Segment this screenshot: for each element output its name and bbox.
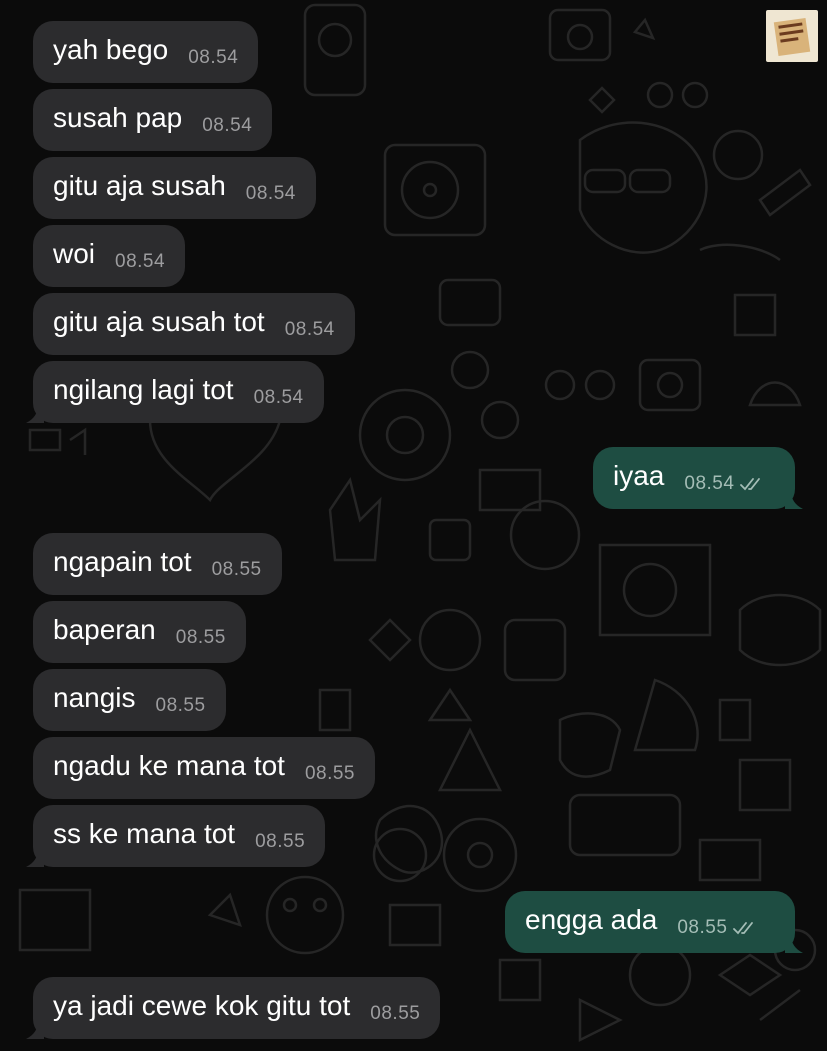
message-bubble-incoming[interactable]: woi 08.54 xyxy=(33,225,186,287)
bubble-tail xyxy=(26,1021,44,1039)
message-bubble-outgoing[interactable]: engga ada 08.55 xyxy=(505,891,803,953)
message-bubble-incoming[interactable]: ya jadi cewe kok gitu tot 08.55 xyxy=(26,977,441,1039)
message-bubble-outgoing[interactable]: iyaa 08.54 xyxy=(593,447,803,509)
bubble-tail xyxy=(785,491,803,509)
message-text: ngapain tot xyxy=(53,546,192,577)
message-text: susah pap xyxy=(53,102,183,133)
message-timestamp: 08.54 xyxy=(115,251,166,272)
message-timestamp: 08.55 xyxy=(304,763,355,784)
message-text: ya jadi cewe kok gitu tot xyxy=(53,990,351,1021)
bubble-tail xyxy=(26,405,44,423)
message-timestamp: 08.54 xyxy=(684,473,735,494)
message-bubble-incoming[interactable]: gitu aja susah 08.54 xyxy=(33,157,316,219)
message-bubble-incoming[interactable]: ngadu ke mana tot 08.55 xyxy=(33,737,375,799)
message-text: woi xyxy=(53,238,96,269)
message-timestamp: 08.55 xyxy=(370,1003,421,1024)
message-bubble-incoming[interactable]: gitu aja susah tot 08.54 xyxy=(33,293,355,355)
message-timestamp: 08.54 xyxy=(253,387,304,408)
message-timestamp: 08.54 xyxy=(202,115,253,136)
message-text: ngilang lagi tot xyxy=(53,374,234,405)
message-timestamp: 08.55 xyxy=(155,695,206,716)
message-text: yah bego xyxy=(53,34,169,65)
message-timestamp: 08.55 xyxy=(175,627,226,648)
double-check-read-icon xyxy=(740,478,761,491)
message-bubble-incoming[interactable]: ngapain tot 08.55 xyxy=(33,533,282,595)
message-text: baperan xyxy=(53,614,156,645)
message-timestamp: 08.54 xyxy=(284,319,335,340)
message-text: nangis xyxy=(53,682,136,713)
message-bubble-incoming[interactable]: ngilang lagi tot 08.54 xyxy=(26,361,324,423)
message-bubble-incoming[interactable]: nangis 08.55 xyxy=(33,669,226,731)
chat-window: yah bego 08.54 susah pap 08.54 gitu aja … xyxy=(0,0,827,1051)
bubble-tail xyxy=(785,935,803,953)
message-timestamp: 08.55 xyxy=(677,917,728,938)
message-text: gitu aja susah xyxy=(53,170,226,201)
double-check-read-icon xyxy=(733,922,754,935)
message-bubble-incoming[interactable]: yah bego 08.54 xyxy=(33,21,259,83)
message-text: gitu aja susah tot xyxy=(53,306,265,337)
message-timestamp: 08.54 xyxy=(188,47,239,68)
message-text: iyaa xyxy=(613,460,665,491)
message-bubble-incoming[interactable]: ss ke mana tot 08.55 xyxy=(26,805,326,867)
message-timestamp: 08.55 xyxy=(255,831,306,852)
message-timestamp: 08.54 xyxy=(245,183,296,204)
message-text: engga ada xyxy=(525,904,658,935)
sticker-note-icon[interactable] xyxy=(766,10,818,62)
message-text: ss ke mana tot xyxy=(53,818,236,849)
message-text: ngadu ke mana tot xyxy=(53,750,285,781)
message-timestamp: 08.55 xyxy=(211,559,262,580)
message-bubble-incoming[interactable]: baperan 08.55 xyxy=(33,601,246,663)
message-bubble-incoming[interactable]: susah pap 08.54 xyxy=(33,89,273,151)
bubble-tail xyxy=(26,849,44,867)
